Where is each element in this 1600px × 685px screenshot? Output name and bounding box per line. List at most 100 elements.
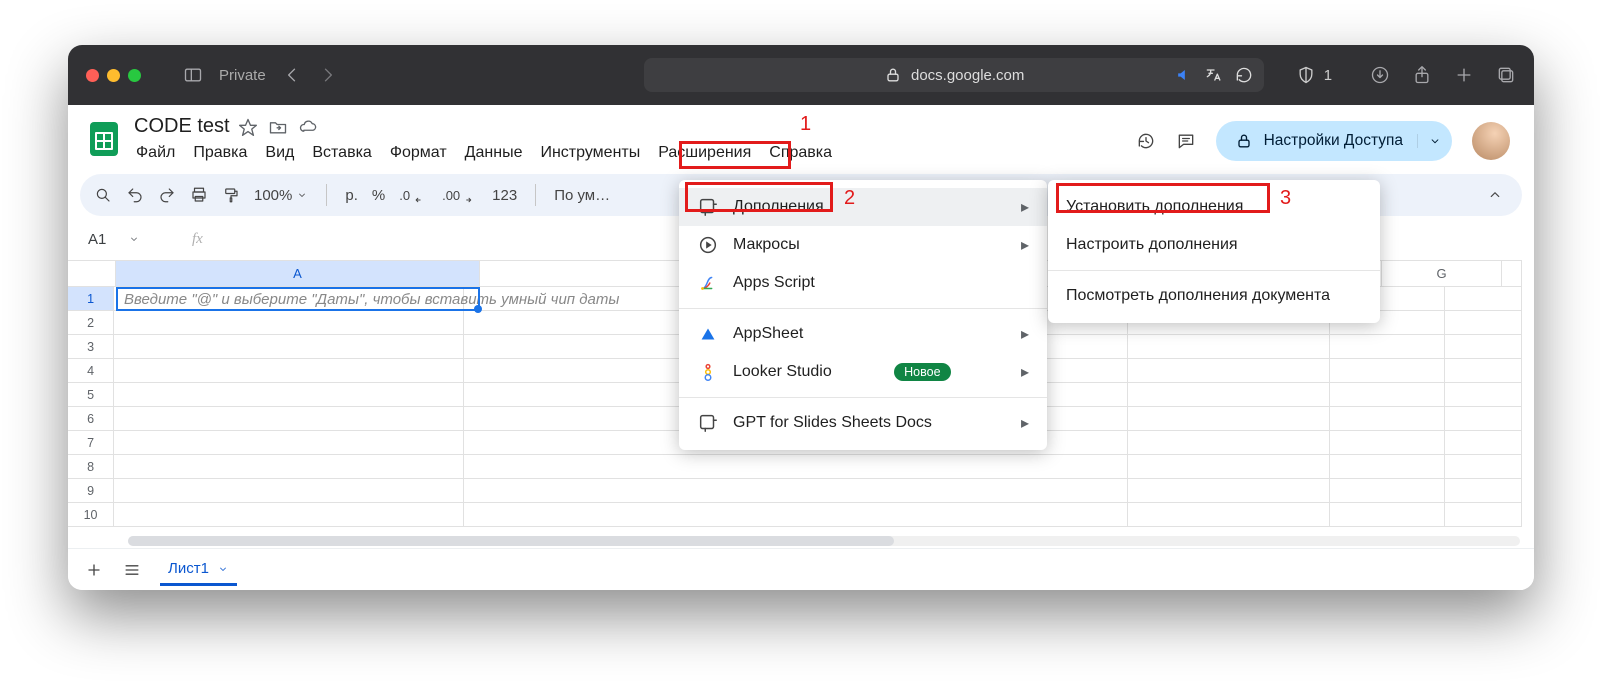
col-G-header[interactable]: G (1382, 261, 1502, 287)
cell[interactable] (1128, 407, 1330, 431)
star-icon[interactable] (238, 117, 258, 137)
sound-icon[interactable] (1174, 65, 1194, 85)
dec-decimal-button[interactable]: .0 (399, 188, 428, 203)
redo-icon[interactable] (158, 186, 176, 204)
row-header[interactable]: 9 (68, 479, 114, 503)
close-dot[interactable] (86, 69, 99, 82)
translate-icon[interactable] (1204, 65, 1224, 85)
cell[interactable] (114, 479, 464, 503)
cell[interactable] (1128, 503, 1330, 527)
select-all-corner[interactable] (68, 261, 116, 287)
cell[interactable] (1330, 503, 1445, 527)
name-box[interactable]: A1 (80, 231, 180, 248)
cell[interactable] (114, 287, 464, 311)
share-access-button[interactable]: Настройки Доступа (1216, 121, 1452, 161)
cell[interactable] (464, 455, 1129, 479)
inc-decimal-button[interactable]: .00 (442, 188, 478, 203)
paint-format-icon[interactable] (222, 186, 240, 204)
submenu-configure-addons[interactable]: Настроить дополнения (1048, 226, 1380, 264)
share-access-dropdown[interactable] (1417, 134, 1442, 148)
horizontal-scrollbar[interactable] (128, 536, 1520, 546)
font-select[interactable]: По ум… (554, 187, 610, 204)
cell[interactable] (1330, 335, 1445, 359)
cell[interactable] (1128, 359, 1330, 383)
row-header[interactable]: 3 (68, 335, 114, 359)
cell[interactable] (114, 359, 464, 383)
comments-icon[interactable] (1176, 131, 1196, 151)
row-header[interactable]: 10 (68, 503, 114, 527)
nav-forward-icon[interactable] (318, 65, 338, 85)
menu-view[interactable]: Вид (263, 142, 296, 164)
address-bar[interactable]: docs.google.com (644, 58, 1264, 92)
collapse-toolbar-icon[interactable] (1482, 182, 1508, 208)
cell[interactable] (1445, 479, 1522, 503)
reload-icon[interactable] (1234, 65, 1254, 85)
cell[interactable] (1330, 455, 1445, 479)
cell[interactable] (1445, 455, 1522, 479)
menu-item-addons[interactable]: Дополнения ▸ (679, 188, 1047, 226)
menu-format[interactable]: Формат (388, 142, 449, 164)
undo-icon[interactable] (126, 186, 144, 204)
window-controls[interactable] (86, 69, 141, 82)
new-tab-icon[interactable] (1454, 65, 1474, 85)
cell[interactable] (114, 407, 464, 431)
cell[interactable] (1445, 359, 1522, 383)
menu-extensions[interactable]: Расширения (656, 142, 753, 164)
shield-indicator[interactable]: 1 (1296, 65, 1332, 85)
cell[interactable] (1445, 383, 1522, 407)
cell[interactable] (1330, 479, 1445, 503)
cell[interactable] (1330, 383, 1445, 407)
share-icon[interactable] (1412, 65, 1432, 85)
menu-item-apps-script[interactable]: Apps Script (679, 264, 1047, 302)
cell[interactable] (114, 431, 464, 455)
cell[interactable] (1330, 431, 1445, 455)
col-tail[interactable] (1502, 261, 1522, 287)
cell[interactable] (114, 455, 464, 479)
col-A-header[interactable]: A (116, 261, 480, 287)
cell[interactable] (1445, 287, 1522, 311)
nav-back-icon[interactable] (282, 65, 302, 85)
menu-help[interactable]: Справка (767, 142, 834, 164)
tabs-overview-icon[interactable] (1496, 65, 1516, 85)
cell[interactable] (1445, 431, 1522, 455)
cell[interactable] (1445, 311, 1522, 335)
row-header[interactable]: 7 (68, 431, 114, 455)
menu-data[interactable]: Данные (463, 142, 525, 164)
cell[interactable] (114, 383, 464, 407)
row-header[interactable]: 1 (68, 287, 114, 311)
menu-item-appsheet[interactable]: AppSheet ▸ (679, 315, 1047, 353)
cell[interactable] (1445, 407, 1522, 431)
max-dot[interactable] (128, 69, 141, 82)
currency-button[interactable]: р. (345, 187, 358, 204)
cell[interactable] (114, 335, 464, 359)
row-header[interactable]: 4 (68, 359, 114, 383)
submenu-view-doc-addons[interactable]: Посмотреть дополнения документа (1048, 277, 1380, 315)
cell[interactable] (1128, 335, 1330, 359)
cell[interactable] (1445, 503, 1522, 527)
sidebar-icon[interactable] (183, 65, 203, 85)
print-icon[interactable] (190, 186, 208, 204)
percent-button[interactable]: % (372, 187, 385, 204)
history-icon[interactable] (1136, 131, 1156, 151)
number-format-button[interactable]: 123 (492, 187, 517, 204)
cell[interactable] (1128, 431, 1330, 455)
row-header[interactable]: 5 (68, 383, 114, 407)
cell[interactable] (1330, 359, 1445, 383)
row-header[interactable]: 8 (68, 455, 114, 479)
doc-title[interactable]: CODE test (134, 115, 230, 138)
row-header[interactable]: 6 (68, 407, 114, 431)
menu-tools[interactable]: Инструменты (538, 142, 642, 164)
menu-edit[interactable]: Правка (191, 142, 249, 164)
submenu-install-addons[interactable]: Установить дополнения (1048, 188, 1380, 226)
menu-item-macros[interactable]: Макросы ▸ (679, 226, 1047, 264)
cell[interactable] (1128, 383, 1330, 407)
cell[interactable] (1128, 479, 1330, 503)
user-avatar[interactable] (1472, 122, 1510, 160)
cell[interactable] (1330, 407, 1445, 431)
cell[interactable] (1445, 335, 1522, 359)
cell[interactable] (464, 503, 1129, 527)
menu-file[interactable]: Файл (134, 142, 177, 164)
zoom-select[interactable]: 100% (254, 187, 308, 204)
menu-insert[interactable]: Вставка (310, 142, 373, 164)
move-folder-icon[interactable] (268, 117, 288, 137)
